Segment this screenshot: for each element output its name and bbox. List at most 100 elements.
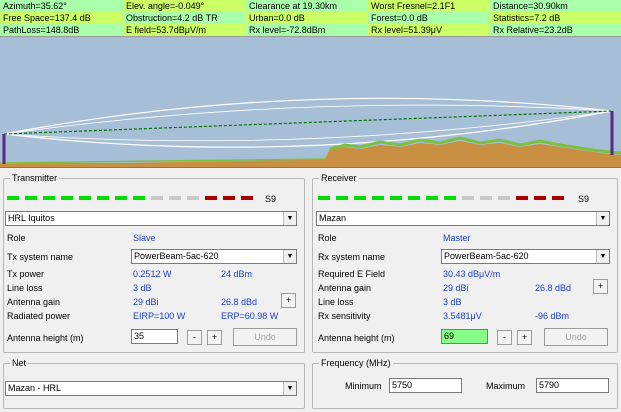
tx-signal-meter [7,196,259,201]
rx-signal-meter [318,196,570,201]
rx-s-meter-label: S9 [578,194,590,204]
tx-system-select[interactable]: PowerBeam-5ac-620 ▼ [131,249,297,264]
rx-sensitivity-uv: 3.5481μV [443,311,482,321]
meter-segment [498,196,510,200]
chevron-down-icon[interactable]: ▼ [596,212,609,225]
meter-segment [25,196,37,200]
meter-segment [43,196,55,200]
meter-segment [390,196,402,200]
path-profile-graph [0,37,621,167]
urban-stat: Urban=0.0 dB [246,12,368,24]
rx-sensitivity-label: Rx sensitivity [318,311,371,321]
meter-segment [408,196,420,200]
rx-gain-label: Antenna gain [318,283,372,293]
meter-segment [354,196,366,200]
rx-site-select[interactable]: Mazan ▼ [316,211,610,226]
tx-site-select[interactable]: HRL Iquitos ▼ [5,211,297,226]
tx-system-value: PowerBeam-5ac-620 [134,251,219,261]
statistics-stat: Statistics=7.2 dB [490,12,621,24]
tx-system-label: Tx system name [7,252,74,262]
meter-segment [372,196,384,200]
net-select[interactable]: Mazan - HRL ▼ [5,381,297,396]
tx-eirp-value: EIRP=100 W [133,311,186,321]
tx-height-decrement-button[interactable]: - [187,330,202,345]
rx-system-label: Rx system name [318,252,386,262]
chevron-down-icon[interactable]: ▼ [283,212,296,225]
frequency-min-label: Minimum [345,381,382,391]
meter-segment [79,196,91,200]
meter-segment [318,196,330,200]
forest-stat: Forest=0.0 dB [368,12,490,24]
rx-sensitivity-dbm: -96 dBm [535,311,570,321]
tx-radiated-label: Radiated power [7,311,71,321]
tx-height-increment-button[interactable]: + [207,330,222,345]
tx-gain-dbd: 26.8 dBd [221,297,258,307]
fresnel-stat: Worst Fresnel=2.1F1 [368,0,490,12]
rx-site-value: Mazan [319,213,347,223]
obstruction-stat: Obstruction=4.2 dB TR [123,12,246,24]
chevron-down-icon[interactable]: ▼ [596,250,609,263]
frequency-min-input[interactable]: 5750 [389,378,462,393]
tx-line-loss-value: 3 dB [133,283,152,293]
meter-segment [223,196,235,200]
rx-field-label: Required E Field [318,269,386,279]
rx-line-loss-label: Line loss [318,297,354,307]
tx-gain-plus-button[interactable]: + [281,293,296,308]
tx-undo-button[interactable]: Undo [233,328,297,346]
meter-segment [169,196,181,200]
rx-role-value: Master [443,233,471,243]
meter-segment [516,196,528,200]
meter-segment [534,196,546,200]
meter-segment [61,196,73,200]
transmitter-group: Transmitter [3,172,305,353]
meter-segment [187,196,199,200]
tx-line-loss-label: Line loss [7,283,43,293]
tx-role-label: Role [7,233,26,243]
path-statistics-panel: Azimuth=35.62° Elev. angle=-0.049° Clear… [0,0,621,37]
rx-system-select[interactable]: PowerBeam-5ac-620 ▼ [441,249,610,264]
meter-segment [462,196,474,200]
meter-segment [426,196,438,200]
rx-height-label: Antenna height (m) [318,333,395,343]
transmitter-title: Transmitter [10,172,60,184]
rx-undo-button[interactable]: Undo [544,328,608,346]
tx-erp-value: ERP=60.98 W [221,311,279,321]
elevation-stat: Elev. angle=-0.049° [123,0,246,12]
frequency-max-input[interactable]: 5790 [536,378,609,393]
rx-height-input[interactable]: 69 [441,329,488,344]
path-loss-stat: PathLoss=148.8dB [0,24,123,36]
rx-height-decrement-button[interactable]: - [497,330,512,345]
tx-gain-dbi: 29 dBi [133,297,159,307]
meter-segment [241,196,253,200]
meter-segment [444,196,456,200]
tx-power-dbm: 24 dBm [221,269,253,279]
rx-role-label: Role [318,233,337,243]
meter-segment [7,196,19,200]
receiver-group: Receiver [312,172,618,353]
tx-role-value: Slave [133,233,156,243]
rx-level-uv-stat: Rx level=51.39μV [368,24,490,36]
tx-gain-label: Antenna gain [7,297,61,307]
tx-height-input[interactable]: 35 [131,329,178,344]
net-title: Net [10,357,29,369]
free-space-stat: Free Space=137.4 dB [0,12,123,24]
frequency-max-label: Maximum [486,381,526,391]
rx-line-loss-value: 3 dB [443,297,462,307]
net-value: Mazan - HRL [8,383,62,393]
tx-power-label: Tx power [7,269,45,279]
rx-gain-plus-button[interactable]: + [593,279,608,294]
frequency-title: Frequency (MHz) [319,357,393,369]
rx-field-value: 30.43 dBμV/m [443,269,501,279]
e-field-stat: E field=53.7dBμV/m [123,24,246,36]
chevron-down-icon[interactable]: ▼ [283,250,296,263]
tx-height-label: Antenna height (m) [7,333,84,343]
path-profile-view[interactable] [0,37,621,168]
azimuth-stat: Azimuth=35.62° [0,0,123,12]
meter-segment [151,196,163,200]
meter-segment [480,196,492,200]
meter-segment [552,196,564,200]
tx-s-meter-label: S9 [265,194,277,204]
chevron-down-icon[interactable]: ▼ [283,382,296,395]
rx-height-increment-button[interactable]: + [517,330,532,345]
clearance-stat: Clearance at 19.30km [246,0,368,12]
